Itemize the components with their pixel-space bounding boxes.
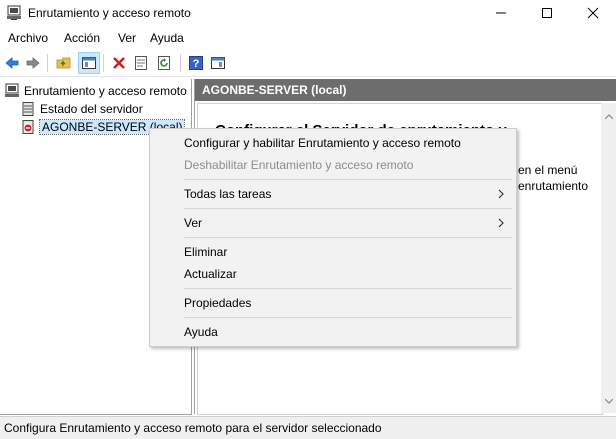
tree-item-server-status[interactable]: Estado del servidor <box>20 100 143 117</box>
menu-item-propiedades[interactable]: Propiedades <box>150 292 516 314</box>
menu-item-label: Todas las tareas <box>184 187 272 201</box>
server-stopped-icon <box>20 119 36 135</box>
toolbar: ? <box>0 50 616 77</box>
tree-root-label: Enrutamiento y acceso remoto <box>24 83 187 98</box>
vertical-scrollbar[interactable] <box>601 103 616 413</box>
server-status-icon <box>20 101 36 117</box>
menu-ayuda[interactable]: Ayuda <box>150 31 184 45</box>
menu-item-label: Deshabilitar Enrutamiento y acceso remot… <box>184 158 414 172</box>
chevron-right-icon <box>498 188 504 202</box>
details-text-line1: en el menú <box>518 163 578 177</box>
scroll-down-icon[interactable] <box>604 393 614 407</box>
menu-item-ver[interactable]: Ver <box>150 212 516 234</box>
menu-item-deshabilitar: Deshabilitar Enrutamiento y acceso remot… <box>150 154 516 176</box>
menu-ver[interactable]: Ver <box>118 31 136 45</box>
menu-bar: Archivo Acción Ver Ayuda <box>0 28 616 48</box>
menu-item-actualizar[interactable]: Actualizar <box>150 263 516 285</box>
menu-archivo[interactable]: Archivo <box>8 31 48 45</box>
menu-item-todas-las-tareas[interactable]: Todas las tareas <box>150 183 516 205</box>
context-menu: Configurar y habilitar Enrutamiento y ac… <box>149 128 517 347</box>
up-folder-icon[interactable] <box>54 53 74 73</box>
menu-item-ayuda[interactable]: Ayuda <box>150 321 516 343</box>
menu-item-label: Actualizar <box>184 267 237 281</box>
menu-accion[interactable]: Acción <box>64 31 100 45</box>
help-icon[interactable]: ? <box>186 53 206 73</box>
close-button[interactable] <box>570 0 616 26</box>
delete-icon[interactable] <box>109 53 129 73</box>
menu-item-label: Configurar y habilitar Enrutamiento y ac… <box>184 136 461 150</box>
maximize-button[interactable] <box>524 0 570 26</box>
svg-text:?: ? <box>193 58 200 70</box>
menu-item-configurar[interactable]: Configurar y habilitar Enrutamiento y ac… <box>150 132 516 154</box>
status-text: Configura Enrutamiento y acceso remoto p… <box>4 421 382 435</box>
show-hide-tree-icon[interactable] <box>78 52 100 74</box>
forward-icon[interactable] <box>23 53 43 73</box>
menu-item-label: Ayuda <box>184 325 218 339</box>
menu-item-eliminar[interactable]: Eliminar <box>150 241 516 263</box>
menu-item-label: Ver <box>184 216 203 230</box>
title-bar: Enrutamiento y acceso remoto <box>0 0 616 26</box>
refresh-icon[interactable] <box>154 53 174 73</box>
show-hide-action-pane-icon[interactable] <box>208 53 228 73</box>
server-icon <box>6 5 22 21</box>
minimize-button[interactable] <box>478 0 524 26</box>
tree-root[interactable]: Enrutamiento y acceso remoto <box>4 82 187 99</box>
tree-item-label: Estado del servidor <box>40 101 143 116</box>
menu-item-label: Propiedades <box>184 296 252 310</box>
details-header: AGONBE-SERVER (local) <box>195 79 616 101</box>
menu-item-label: Eliminar <box>184 245 228 259</box>
properties-icon[interactable] <box>131 53 151 73</box>
chevron-right-icon <box>498 217 504 231</box>
details-text-line2: enrutamiento <box>518 179 589 193</box>
window-title: Enrutamiento y acceso remoto <box>28 6 191 20</box>
scroll-up-icon[interactable] <box>604 109 614 123</box>
back-icon[interactable] <box>2 53 22 73</box>
server-icon <box>4 83 20 99</box>
status-bar: Configura Enrutamiento y acceso remoto p… <box>0 416 616 439</box>
